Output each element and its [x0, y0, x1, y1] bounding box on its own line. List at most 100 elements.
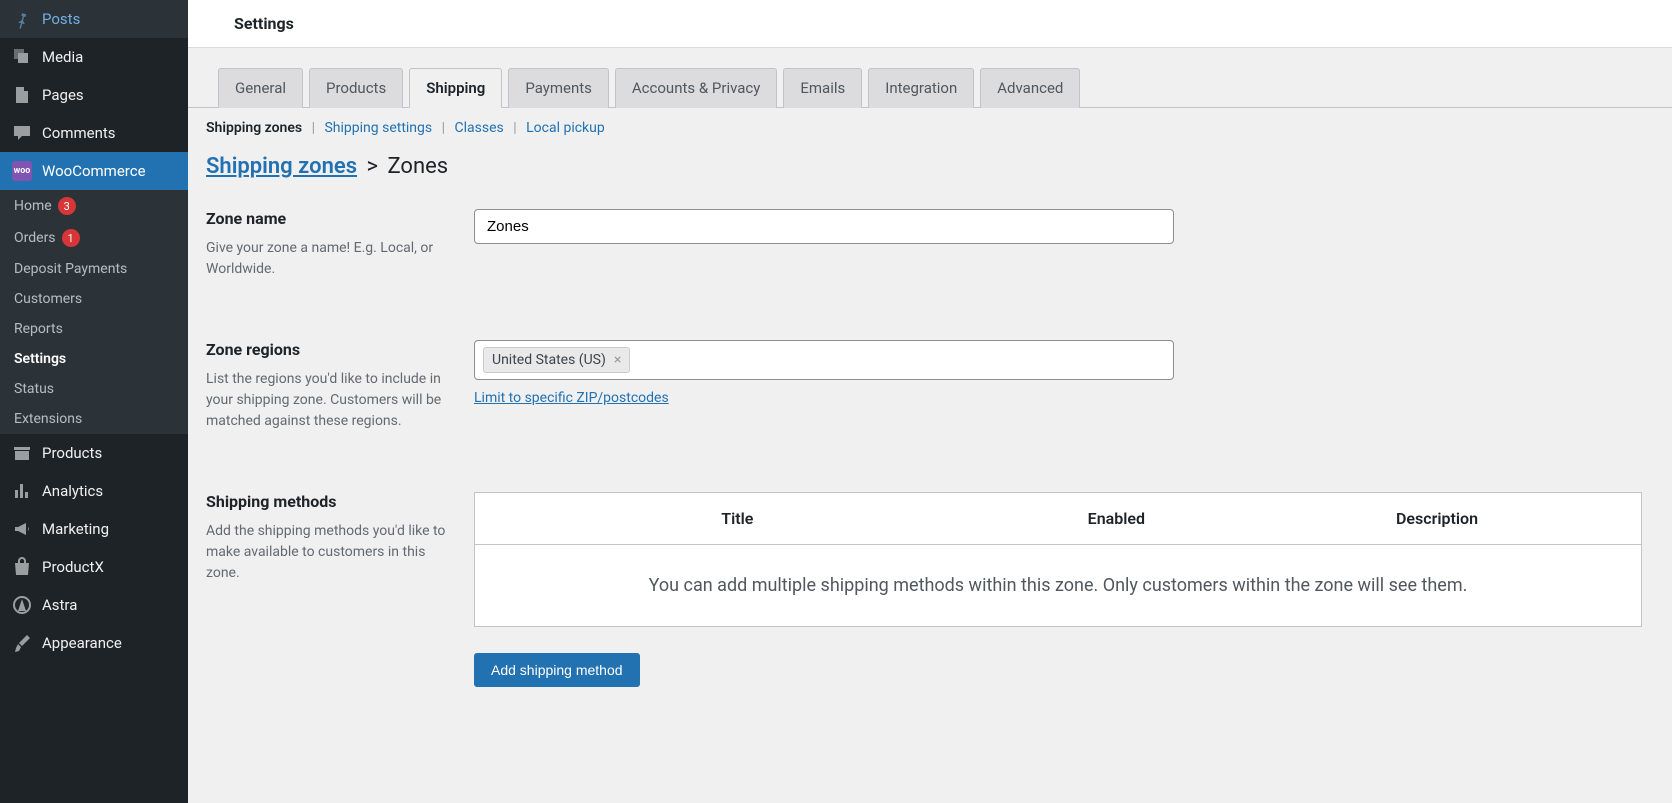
shipping-methods-table: Title Enabled Description You can add mu…	[474, 492, 1642, 627]
row-shipping-methods: Shipping methods Add the shipping method…	[206, 492, 1642, 687]
sidebar-label: Astra	[42, 596, 77, 614]
home-badge: 3	[58, 197, 76, 215]
woocommerce-submenu: Home 3 Orders 1 Deposit Payments Custome…	[0, 190, 188, 434]
archive-icon	[12, 443, 32, 463]
admin-sidebar: Posts Media Pages Comments woo WooCommer…	[0, 0, 188, 803]
sidebar-label: WooCommerce	[42, 162, 146, 180]
region-chip: United States (US) ×	[483, 347, 630, 373]
zone-name-input[interactable]	[474, 209, 1174, 244]
megaphone-icon	[12, 519, 32, 539]
bag-icon	[12, 557, 32, 577]
breadcrumb-sep: >	[366, 154, 378, 179]
sidebar-label: ProductX	[42, 558, 104, 576]
sidebar-item-woocommerce[interactable]: woo WooCommerce	[0, 152, 188, 190]
sidebar-item-media[interactable]: Media	[0, 38, 188, 76]
subnav-sep: |	[442, 120, 449, 136]
tab-products[interactable]: Products	[309, 68, 403, 108]
shipping-methods-help: Add the shipping methods you'd like to m…	[206, 521, 450, 584]
sidebar-label: Products	[42, 444, 102, 462]
astra-icon	[12, 595, 32, 615]
label-col: Shipping methods Add the shipping method…	[206, 492, 474, 687]
sidebar-item-posts[interactable]: Posts	[0, 0, 188, 38]
limit-zip-link[interactable]: Limit to specific ZIP/postcodes	[474, 390, 669, 406]
sidebar-item-analytics[interactable]: Analytics	[0, 472, 188, 510]
zone-regions-help: List the regions you'd like to include i…	[206, 369, 450, 432]
submenu-status[interactable]: Status	[0, 374, 188, 404]
submenu-customers[interactable]: Customers	[0, 284, 188, 314]
tab-integration[interactable]: Integration	[868, 68, 974, 108]
submenu-label: Orders	[14, 230, 56, 246]
tab-general[interactable]: General	[218, 68, 303, 108]
submenu-label: Home	[14, 198, 52, 214]
zone-name-label: Zone name	[206, 209, 450, 228]
submenu-extensions[interactable]: Extensions	[0, 404, 188, 434]
label-col: Zone regions List the regions you'd like…	[206, 340, 474, 432]
empty-message: You can add multiple shipping methods wi…	[475, 545, 1642, 627]
zone-regions-label: Zone regions	[206, 340, 450, 359]
sidebar-item-pages[interactable]: Pages	[0, 76, 188, 114]
tab-advanced[interactable]: Advanced	[980, 68, 1080, 108]
subnav-sep: |	[312, 120, 319, 136]
label-col: Zone name Give your zone a name! E.g. Lo…	[206, 209, 474, 280]
sidebar-item-marketing[interactable]: Marketing	[0, 510, 188, 548]
input-col: United States (US) × Limit to specific Z…	[474, 340, 1174, 432]
tab-payments[interactable]: Payments	[508, 68, 609, 108]
breadcrumb-root[interactable]: Shipping zones	[206, 154, 357, 179]
breadcrumb-current: Zones	[387, 154, 448, 179]
submenu-home[interactable]: Home 3	[0, 190, 188, 222]
sidebar-item-astra[interactable]: Astra	[0, 586, 188, 624]
brush-icon	[12, 633, 32, 653]
chip-remove-icon[interactable]: ×	[614, 352, 621, 368]
tab-emails[interactable]: Emails	[783, 68, 862, 108]
woocommerce-icon: woo	[12, 161, 32, 181]
chip-label: United States (US)	[492, 352, 606, 368]
subnav-sep: |	[513, 120, 520, 136]
comment-icon	[12, 123, 32, 143]
submenu-settings[interactable]: Settings	[0, 344, 188, 374]
media-icon	[12, 47, 32, 67]
tab-shipping[interactable]: Shipping	[409, 68, 502, 108]
add-shipping-method-button[interactable]: Add shipping method	[474, 653, 640, 687]
zone-name-help: Give your zone a name! E.g. Local, or Wo…	[206, 238, 450, 280]
zone-regions-select[interactable]: United States (US) ×	[474, 340, 1174, 380]
th-enabled: Enabled	[1000, 493, 1233, 545]
subnav-classes[interactable]: Classes	[455, 120, 504, 136]
input-col	[474, 209, 1174, 280]
sidebar-item-productx[interactable]: ProductX	[0, 548, 188, 586]
submenu-deposit[interactable]: Deposit Payments	[0, 254, 188, 284]
settings-body: Zone name Give your zone a name! E.g. Lo…	[188, 189, 1672, 707]
subnav-zones[interactable]: Shipping zones	[206, 120, 302, 136]
chart-icon	[12, 481, 32, 501]
sidebar-label: Pages	[42, 86, 84, 104]
sidebar-label: Appearance	[42, 634, 122, 652]
submenu-reports[interactable]: Reports	[0, 314, 188, 344]
pin-icon	[12, 9, 32, 29]
sidebar-item-comments[interactable]: Comments	[0, 114, 188, 152]
sidebar-label: Comments	[42, 124, 116, 142]
breadcrumb: Shipping zones > Zones	[188, 136, 1672, 189]
page-title: Settings	[234, 14, 1648, 33]
th-description: Description	[1233, 493, 1641, 545]
main-content: Settings General Products Shipping Payme…	[188, 0, 1672, 803]
tab-accounts[interactable]: Accounts & Privacy	[615, 68, 777, 108]
settings-tabs: General Products Shipping Payments Accou…	[188, 48, 1672, 108]
table-row-empty: You can add multiple shipping methods wi…	[475, 545, 1642, 627]
sidebar-label: Media	[42, 48, 83, 66]
submenu-orders[interactable]: Orders 1	[0, 222, 188, 254]
orders-badge: 1	[62, 229, 80, 247]
sidebar-label: Marketing	[42, 520, 109, 538]
sidebar-label: Posts	[42, 10, 80, 28]
th-title: Title	[475, 493, 1000, 545]
sidebar-item-appearance[interactable]: Appearance	[0, 624, 188, 662]
subnav-local[interactable]: Local pickup	[526, 120, 605, 136]
subnav-settings[interactable]: Shipping settings	[324, 120, 432, 136]
shipping-subnav: Shipping zones | Shipping settings | Cla…	[188, 108, 1672, 136]
sidebar-label: Analytics	[42, 482, 103, 500]
input-col: Title Enabled Description You can add mu…	[474, 492, 1642, 687]
page-header: Settings	[188, 0, 1672, 48]
shipping-methods-label: Shipping methods	[206, 492, 450, 511]
sidebar-item-products[interactable]: Products	[0, 434, 188, 472]
page-icon	[12, 85, 32, 105]
row-zone-regions: Zone regions List the regions you'd like…	[206, 340, 1642, 432]
row-zone-name: Zone name Give your zone a name! E.g. Lo…	[206, 209, 1642, 280]
